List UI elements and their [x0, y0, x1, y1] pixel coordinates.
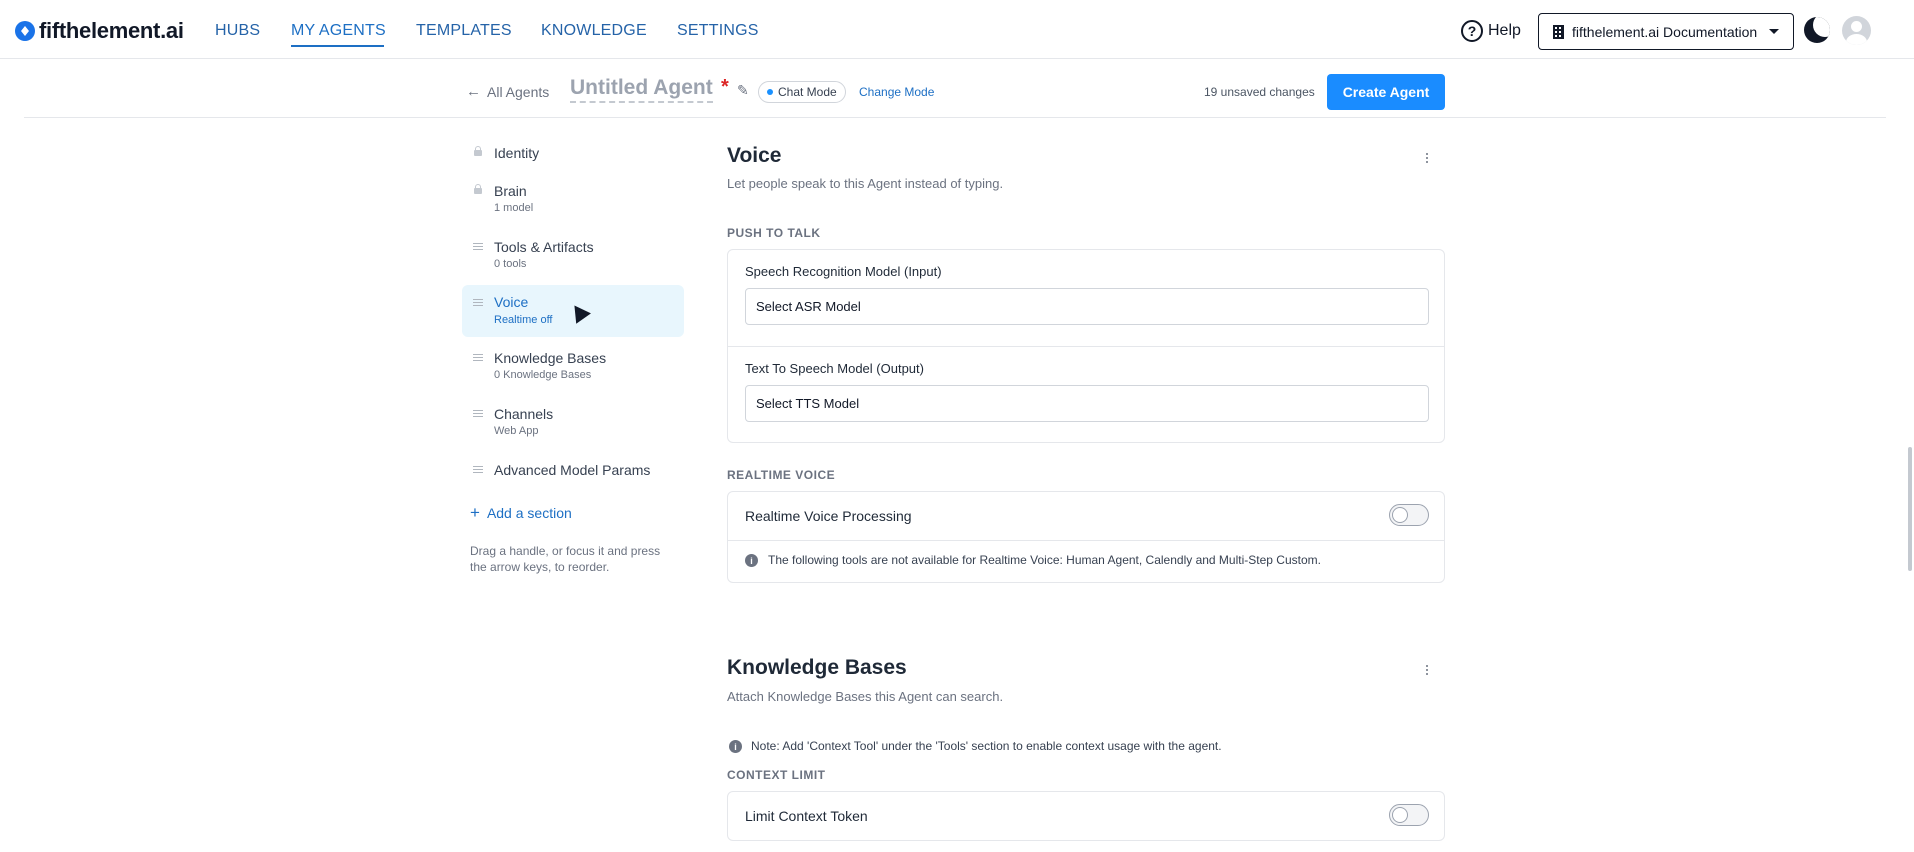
realtime-voice-toggle[interactable] [1389, 504, 1429, 526]
knowledge-section-description: Attach Knowledge Bases this Agent can se… [727, 689, 1004, 704]
drag-handle-icon[interactable] [473, 466, 483, 473]
sidebar-item-label: Brain [494, 183, 527, 199]
required-marker: * [721, 76, 729, 98]
tab-my-agents[interactable]: MY AGENTS [291, 22, 386, 40]
push-to-talk-card: Speech Recognition Model (Input) Select … [727, 249, 1445, 443]
voice-more-options-icon[interactable] [1425, 152, 1429, 166]
realtime-voice-card: Realtime Voice Processing i The followin… [727, 491, 1445, 583]
sidebar-item-label: Identity [494, 145, 540, 161]
realtime-voice-label: REALTIME VOICE [727, 468, 836, 482]
limit-context-token-toggle[interactable] [1389, 804, 1429, 826]
add-section-label: Add a section [486, 505, 572, 521]
lock-icon [474, 146, 482, 156]
mode-label: Chat Mode [778, 85, 837, 99]
user-avatar[interactable] [1842, 16, 1871, 45]
unsaved-changes-count: 19 unsaved changes [1204, 85, 1315, 99]
context-limit-label: CONTEXT LIMIT [727, 768, 826, 782]
sidebar-item-label: Advanced Model Params [494, 462, 651, 478]
create-agent-button[interactable]: Create Agent [1327, 74, 1445, 110]
push-to-talk-label: PUSH TO TALK [727, 226, 821, 240]
question-icon: ? [1461, 20, 1483, 42]
sidebar-item-brain[interactable]: Brain 1 model [462, 176, 684, 228]
status-dot-icon [767, 89, 773, 95]
plus-icon: + [470, 503, 480, 522]
realtime-voice-processing-label: Realtime Voice Processing [745, 508, 912, 524]
top-nav: fifthelement.ai HUBS MY AGENTS TEMPLATES… [0, 0, 1914, 59]
tab-hubs[interactable]: HUBS [215, 22, 260, 40]
logo-text: fifthelement.ai [39, 18, 184, 43]
sidebar-item-sublabel: 0 Knowledge Bases [494, 369, 592, 381]
building-icon [1553, 24, 1564, 39]
sidebar-item-sublabel: Web App [494, 425, 539, 437]
page-scrollbar[interactable] [1906, 0, 1914, 852]
tts-model-select[interactable]: Select TTS Model [745, 385, 1429, 422]
agent-name-field[interactable]: Untitled Agent [570, 76, 713, 103]
pencil-icon[interactable]: ✎ [737, 82, 749, 99]
add-section-button[interactable]: + Add a section [470, 503, 572, 523]
sidebar-item-knowledge-bases[interactable]: Knowledge Bases 0 Knowledge Bases [462, 343, 684, 395]
help-link[interactable]: ? Help [1461, 20, 1521, 42]
drag-hint: Drag a handle, or focus it and press the… [470, 544, 661, 574]
drag-handle-icon[interactable] [473, 354, 483, 361]
tab-settings[interactable]: SETTINGS [677, 22, 759, 40]
sidebar-item-advanced-model-params[interactable]: Advanced Model Params [462, 455, 684, 507]
sidebar-item-sublabel: 1 model [494, 202, 534, 214]
tts-model-label: Text To Speech Model (Output) [745, 361, 924, 376]
sidebar-item-sublabel: Realtime off [494, 314, 553, 326]
active-tab-indicator [291, 45, 384, 47]
agent-header-bar: ← All Agents Untitled Agent * ✎ Chat Mod… [24, 60, 1886, 118]
limit-context-token-label: Limit Context Token [745, 808, 868, 824]
voice-section-description: Let people speak to this Agent instead o… [727, 176, 1004, 191]
realtime-voice-note: The following tools are not available fo… [768, 553, 1321, 567]
logo[interactable]: fifthelement.ai [15, 17, 184, 45]
knowledge-section-title: Knowledge Bases [727, 656, 907, 679]
drag-handle-icon[interactable] [473, 243, 483, 250]
drag-handle-icon[interactable] [473, 410, 483, 417]
context-tool-note: Note: Add 'Context Tool' under the 'Tool… [751, 739, 1222, 753]
divider [728, 346, 1444, 347]
caret-down-icon [1769, 29, 1780, 34]
context-limit-card: Limit Context Token [727, 791, 1445, 841]
drag-handle-icon[interactable] [473, 299, 483, 306]
sidebar-item-tools-artifacts[interactable]: Tools & Artifacts 0 tools [462, 232, 684, 284]
info-icon: i [729, 740, 742, 753]
back-label: All Agents [487, 83, 550, 100]
documentation-label: fifthelement.ai Documentation [1572, 23, 1758, 40]
back-to-all-agents[interactable]: ← All Agents [466, 83, 549, 100]
sidebar-item-label: Knowledge Bases [494, 350, 607, 366]
sidebar-item-channels[interactable]: Channels Web App [462, 399, 684, 451]
documentation-dropdown[interactable]: fifthelement.ai Documentation [1538, 13, 1794, 50]
tab-templates[interactable]: TEMPLATES [416, 22, 512, 40]
info-icon: i [745, 554, 758, 567]
dark-mode-toggle-icon[interactable] [1804, 17, 1830, 43]
voice-section-title: Voice [727, 144, 782, 167]
arrow-left-icon: ← [466, 83, 481, 100]
divider [728, 540, 1444, 541]
scrollbar-thumb[interactable] [1908, 447, 1912, 571]
logo-icon [15, 21, 35, 41]
knowledge-more-options-icon[interactable] [1425, 664, 1429, 678]
mode-badge: Chat Mode [758, 81, 846, 103]
sidebar-item-label: Channels [494, 406, 554, 422]
help-label: Help [1488, 22, 1521, 39]
lock-icon [474, 184, 482, 194]
sidebar-item-label: Voice [494, 294, 529, 310]
tab-knowledge[interactable]: KNOWLEDGE [541, 22, 647, 40]
sidebar-item-label: Tools & Artifacts [494, 239, 594, 255]
asr-model-select[interactable]: Select ASR Model [745, 288, 1429, 325]
sidebar-item-sublabel: 0 tools [494, 258, 527, 270]
asr-model-label: Speech Recognition Model (Input) [745, 264, 942, 279]
change-mode-link[interactable]: Change Mode [859, 85, 934, 99]
